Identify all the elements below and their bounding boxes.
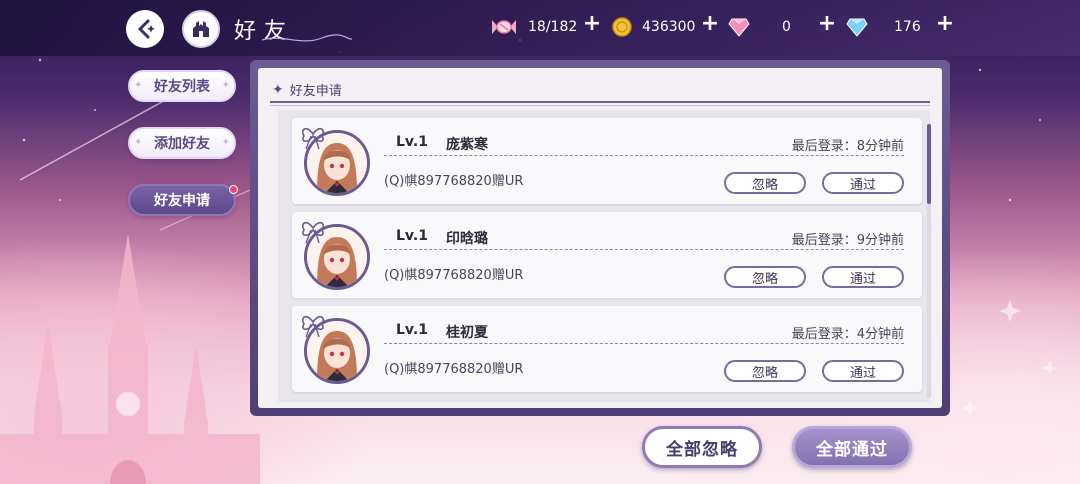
gold-coin-icon bbox=[612, 17, 632, 37]
dotted-divider bbox=[384, 249, 904, 250]
blue-diamond-resource: 176 bbox=[846, 16, 921, 38]
accept-button[interactable]: 通过 bbox=[822, 266, 904, 288]
tab-add-friend[interactable]: ✦ 添加好友 ✦ bbox=[128, 127, 236, 159]
gold-add-button[interactable]: + bbox=[700, 13, 720, 35]
back-button[interactable] bbox=[126, 10, 164, 48]
notification-dot bbox=[229, 185, 238, 194]
accept-all-button[interactable]: 全部通过 bbox=[792, 426, 912, 468]
tab-friend-requests[interactable]: 好友申请 bbox=[128, 184, 236, 216]
player-signature: (Q)帺897768820赠UR bbox=[384, 268, 524, 283]
candy-value: 18/182 bbox=[528, 19, 578, 35]
scrollbar-thumb[interactable] bbox=[927, 124, 931, 204]
gold-value: 436300 bbox=[642, 19, 696, 35]
candy-add-button[interactable]: + bbox=[582, 13, 602, 35]
castle-home-icon bbox=[193, 21, 209, 37]
ignore-button[interactable]: 忽略 bbox=[724, 172, 806, 194]
home-button[interactable] bbox=[182, 10, 220, 48]
tab-friend-list[interactable]: ✦ 好友列表 ✦ bbox=[128, 70, 236, 102]
player-signature: (Q)帺897768820赠UR bbox=[384, 174, 524, 189]
pink-diamond-value: 0 bbox=[782, 19, 791, 35]
candy-resource: 18/182 bbox=[490, 16, 577, 38]
tab-label: 好友列表 bbox=[154, 79, 210, 95]
player-name: 桂初夏 bbox=[446, 325, 488, 341]
tab-label: 好友申请 bbox=[154, 193, 210, 209]
player-name: 庞紫寒 bbox=[446, 137, 488, 153]
request-card: Lv.1 庞紫寒 最后登录：8分钟前 (Q)帺897768820赠UR 忽略 通… bbox=[292, 118, 922, 204]
request-card: Lv.1 印晗璐 最后登录：9分钟前 (Q)帺897768820赠UR 忽略 通… bbox=[292, 212, 922, 298]
gold-resource: 436300 bbox=[612, 16, 695, 38]
ignore-button[interactable]: 忽略 bbox=[724, 360, 806, 382]
blue-diamond-value: 176 bbox=[894, 19, 921, 35]
sparkle-icon: ✦ bbox=[134, 137, 143, 148]
sparkle-icon: ✦ bbox=[221, 80, 230, 91]
panel-body: ✦ 好友申请 Lv.1 庞紫寒 最后登录：8分钟前 (Q)帺897768820赠… bbox=[258, 68, 942, 408]
sparkle-icon: ✦ bbox=[221, 137, 230, 148]
panel-header: ✦ 好友申请 bbox=[272, 80, 342, 100]
blue-diamond-icon bbox=[846, 18, 868, 37]
friend-request-panel: ✦ 好友申请 Lv.1 庞紫寒 最后登录：8分钟前 (Q)帺897768820赠… bbox=[250, 60, 950, 416]
ribbon-bow-icon bbox=[301, 127, 325, 150]
pink-diamond-icon bbox=[728, 18, 750, 37]
header-divider bbox=[270, 101, 930, 103]
sparkle-icon: ✦ bbox=[134, 80, 143, 91]
title-flourish-decoration bbox=[262, 34, 352, 42]
last-login: 最后登录：9分钟前 bbox=[791, 233, 904, 248]
ribbon-bow-icon bbox=[301, 315, 325, 338]
dotted-divider bbox=[384, 155, 904, 156]
candy-icon bbox=[492, 20, 516, 34]
accept-button[interactable]: 通过 bbox=[822, 360, 904, 382]
player-level: Lv.1 bbox=[396, 134, 428, 150]
tab-label: 添加好友 bbox=[154, 136, 210, 152]
sparkle-icon: ✦ bbox=[272, 81, 284, 98]
back-arrow-icon bbox=[138, 19, 155, 39]
castle-illustration bbox=[0, 234, 260, 484]
last-login: 最后登录：4分钟前 bbox=[791, 327, 904, 342]
request-card: Lv.1 桂初夏 最后登录：4分钟前 (Q)帺897768820赠UR 忽略 通… bbox=[292, 306, 922, 392]
dotted-divider bbox=[384, 343, 904, 344]
last-login: 最后登录：8分钟前 bbox=[791, 139, 904, 154]
header-divider-thin bbox=[270, 105, 930, 106]
pink-diamond-add-button[interactable]: + bbox=[817, 13, 837, 35]
pink-diamond-resource: 0 bbox=[728, 16, 791, 38]
blue-diamond-add-button[interactable]: + bbox=[935, 13, 955, 35]
player-level: Lv.1 bbox=[396, 322, 428, 338]
player-name: 印晗璐 bbox=[446, 231, 488, 247]
ignore-all-button[interactable]: 全部忽略 bbox=[642, 426, 762, 468]
ignore-button[interactable]: 忽略 bbox=[724, 266, 806, 288]
player-level: Lv.1 bbox=[396, 228, 428, 244]
player-signature: (Q)帺897768820赠UR bbox=[384, 362, 524, 377]
panel-header-title: 好友申请 bbox=[289, 84, 342, 99]
ribbon-bow-icon bbox=[301, 221, 325, 244]
accept-button[interactable]: 通过 bbox=[822, 172, 904, 194]
